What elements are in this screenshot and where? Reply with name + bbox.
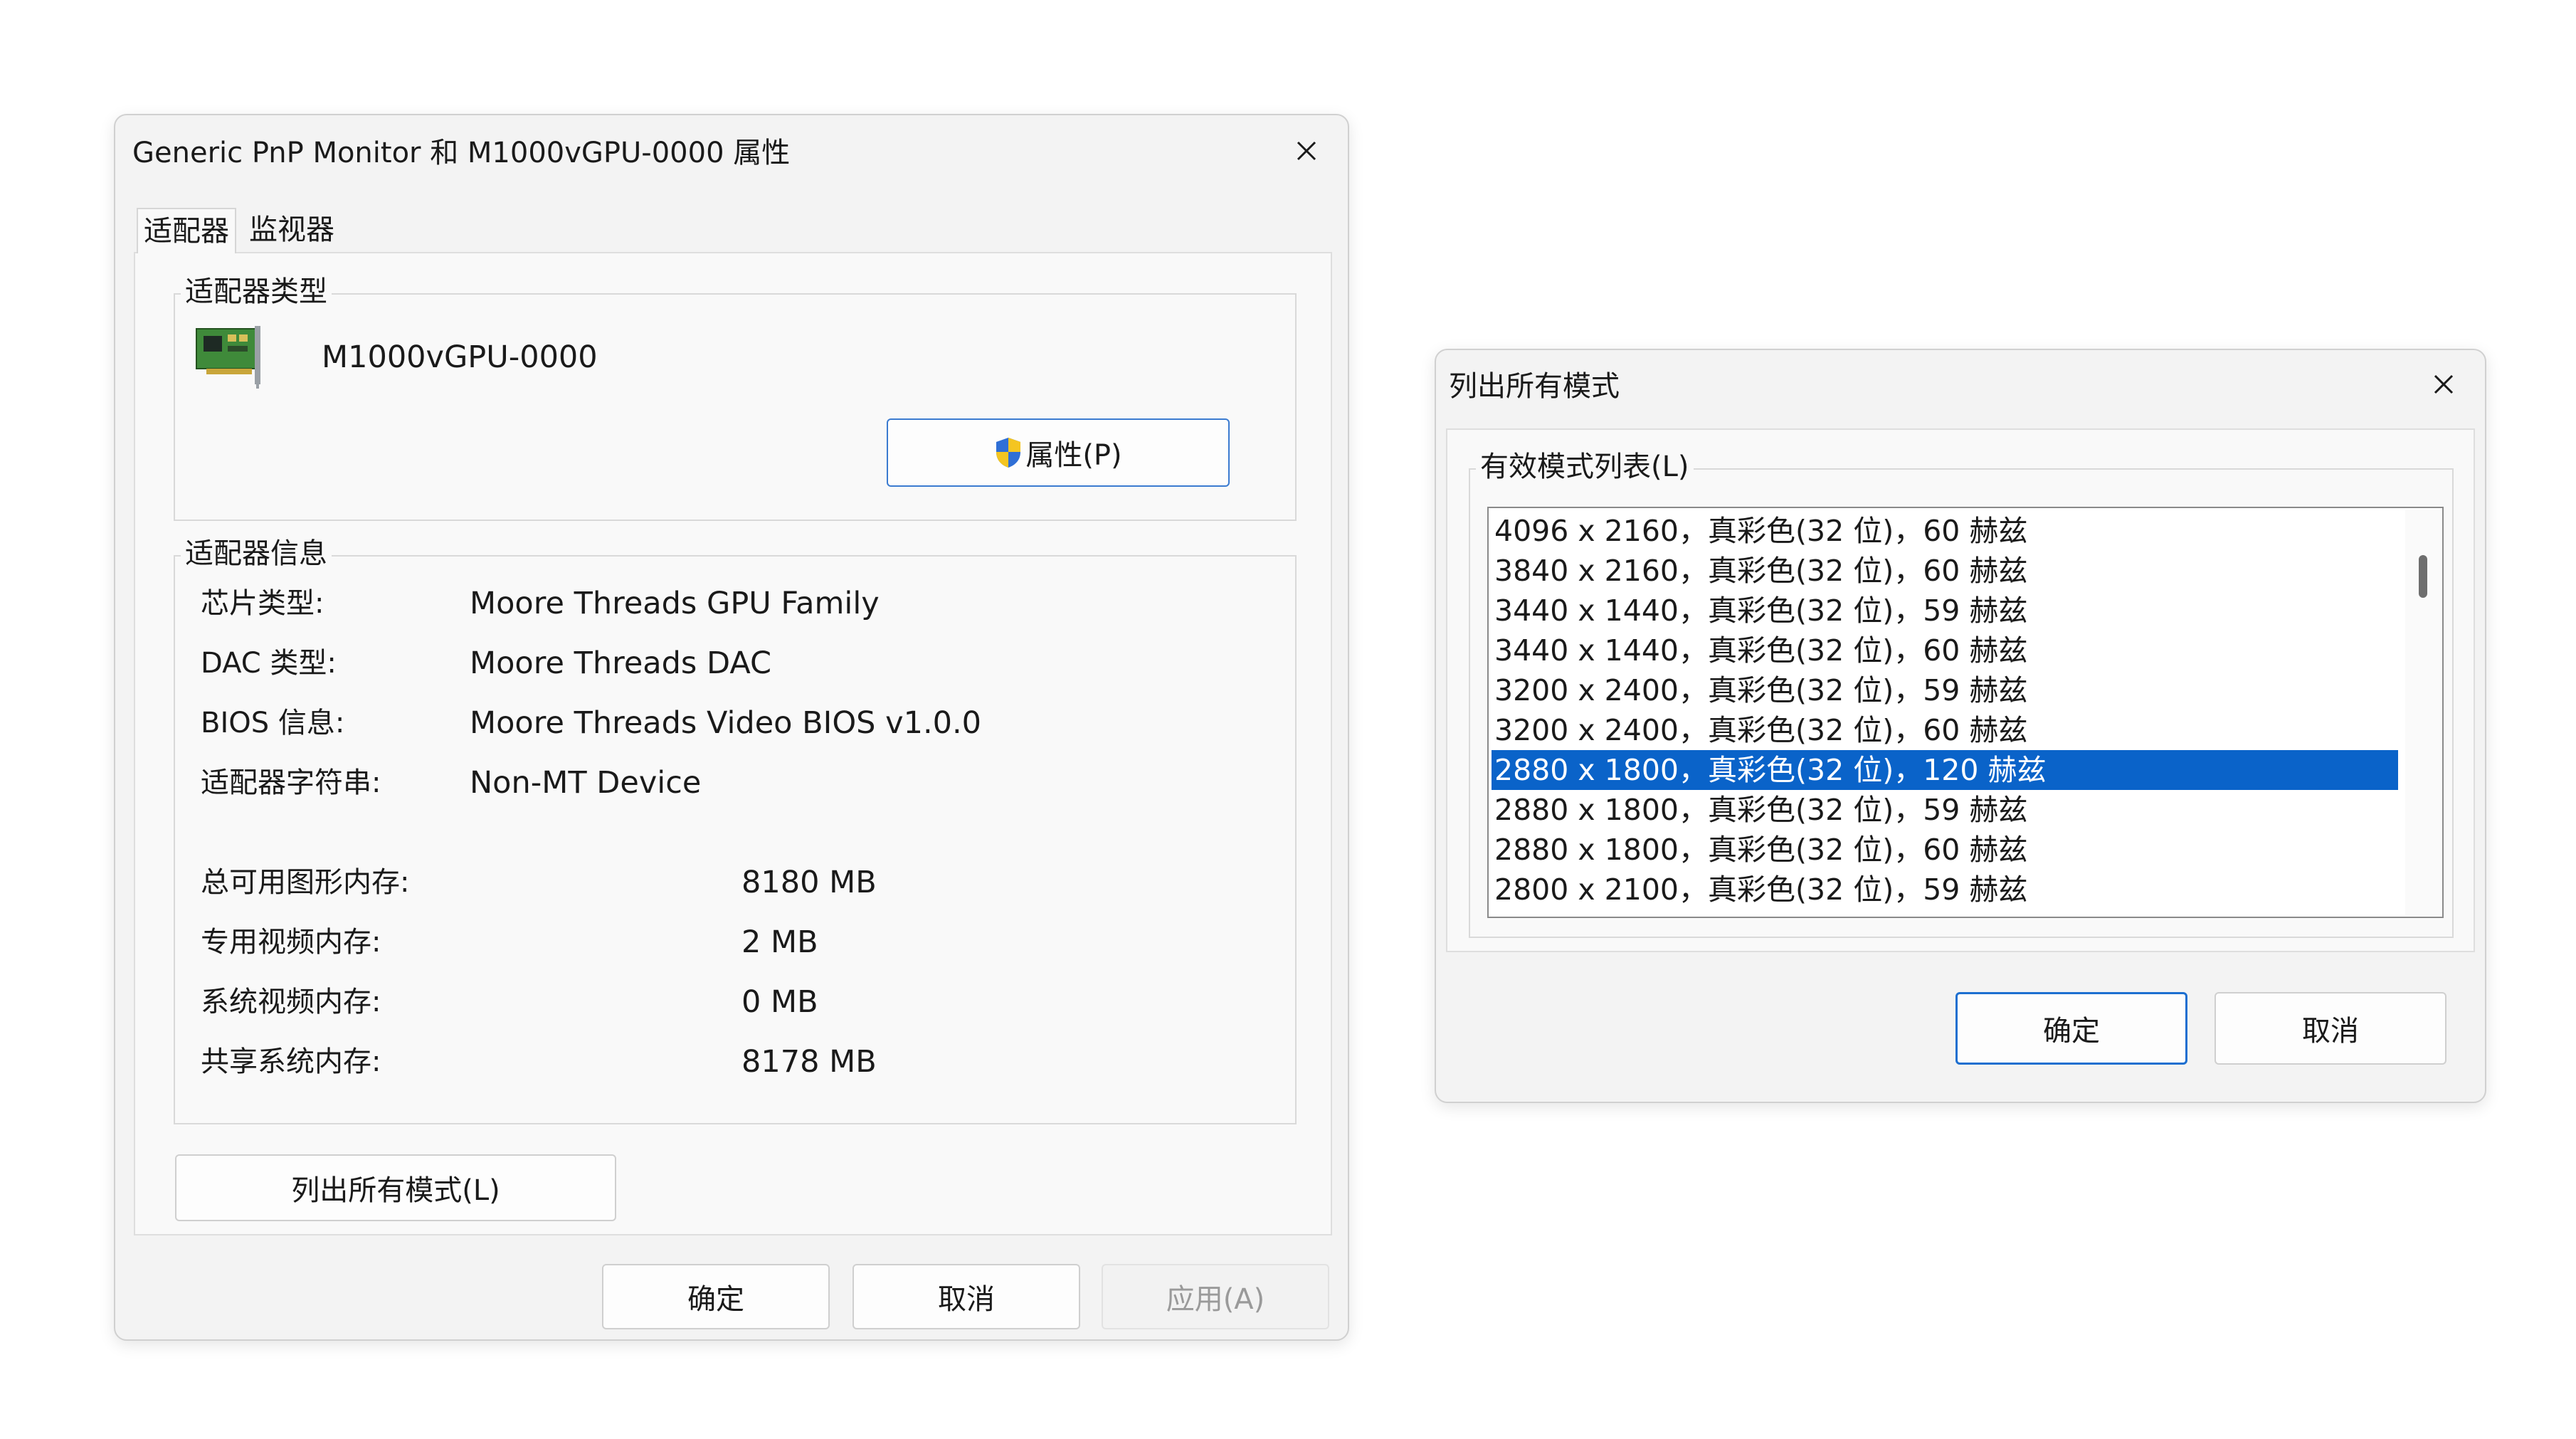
apply-button[interactable]: 应用(A) — [1102, 1264, 1329, 1329]
chip-type-value: Moore Threads GPU Family — [470, 586, 880, 621]
dac-type-value: Moore Threads DAC — [470, 645, 772, 681]
modes-cancel-button[interactable]: 取消 — [2215, 992, 2446, 1065]
list-modes-close-button[interactable] — [2422, 363, 2465, 406]
mode-list-item[interactable]: 4096 x 2160，真彩色(32 位)，60 赫兹 — [1492, 511, 2398, 551]
cancel-button[interactable]: 取消 — [852, 1264, 1080, 1329]
modes-scrollbar[interactable] — [2405, 510, 2441, 915]
valid-modes-group: 有效模式列表(L) 4096 x 2160，真彩色(32 位)，60 赫兹 38… — [1469, 450, 2454, 938]
shared-memory-value: 8178 MB — [741, 1044, 877, 1080]
mode-list-item[interactable]: 3200 x 2400，真彩色(32 位)，59 赫兹 — [1492, 670, 2398, 710]
dac-type-label: DAC 类型: — [201, 647, 337, 680]
tab-monitor[interactable]: 监视器 — [243, 208, 340, 253]
dedicated-memory-label: 专用视频内存: — [201, 926, 381, 959]
properties-dialog-title: Generic PnP Monitor 和 M1000vGPU-0000 属性 — [132, 137, 791, 169]
graphics-card-icon — [196, 326, 260, 389]
mode-list-item[interactable]: 3840 x 2160，真彩色(32 位)，60 赫兹 — [1492, 551, 2398, 591]
system-memory-label: 系统视频内存: — [201, 986, 381, 1018]
total-memory-value: 8180 MB — [741, 865, 877, 900]
shared-memory-label: 共享系统内存: — [201, 1045, 381, 1078]
total-memory-label: 总可用图形内存: — [201, 866, 410, 899]
modes-scrollbar-thumb[interactable] — [2419, 555, 2427, 598]
close-icon — [1297, 141, 1316, 161]
list-modes-title: 列出所有模式 — [1449, 370, 1620, 403]
adapter-info-legend: 适配器信息 — [181, 537, 332, 571]
adapter-name: M1000vGPU-0000 — [322, 339, 598, 375]
mode-list-item-selected[interactable]: 2880 x 1800，真彩色(32 位)，120 赫兹 — [1492, 750, 2398, 790]
mode-list-item[interactable]: 2880 x 1800，真彩色(32 位)，60 赫兹 — [1492, 830, 2398, 870]
adapter-properties-label: 属性(P) — [1025, 439, 1122, 472]
modes-ok-button[interactable]: 确定 — [1955, 992, 2187, 1065]
tab-adapter[interactable]: 适配器 — [137, 208, 236, 253]
adapter-tab-panel: 适配器类型 M1000vGPU-0000 属性(P) 适配器信息 芯片类型: M… — [134, 252, 1332, 1235]
list-modes-dialog: 列出所有模式 有效模式列表(L) 4096 x 2160，真彩色(32 位)，6… — [1435, 349, 2486, 1103]
mode-list-item[interactable]: 2880 x 1800，真彩色(32 位)，59 赫兹 — [1492, 790, 2398, 830]
modes-listbox[interactable]: 4096 x 2160，真彩色(32 位)，60 赫兹 3840 x 2160，… — [1487, 507, 2444, 918]
mode-list-item[interactable]: 3440 x 1440，真彩色(32 位)，59 赫兹 — [1492, 591, 2398, 631]
mode-list-item[interactable]: 2800 x 2100，真彩色(32 位)，59 赫兹 — [1492, 870, 2398, 910]
adapter-type-group: 适配器类型 M1000vGPU-0000 属性(P) — [174, 275, 1297, 521]
list-all-modes-button[interactable]: 列出所有模式(L) — [175, 1154, 616, 1221]
adapter-properties-button[interactable]: 属性(P) — [887, 418, 1230, 487]
system-memory-value: 0 MB — [741, 984, 818, 1020]
adapter-type-legend: 适配器类型 — [181, 275, 332, 309]
ok-button[interactable]: 确定 — [602, 1264, 830, 1329]
mode-list-item[interactable]: 3200 x 2400，真彩色(32 位)，60 赫兹 — [1492, 710, 2398, 750]
properties-dialog: Generic PnP Monitor 和 M1000vGPU-0000 属性 … — [114, 114, 1349, 1341]
uac-shield-icon — [996, 438, 1021, 468]
dedicated-memory-value: 2 MB — [741, 924, 818, 960]
bios-info-value: Moore Threads Video BIOS v1.0.0 — [470, 705, 981, 741]
bios-info-label: BIOS 信息: — [201, 707, 345, 739]
list-modes-panel: 有效模式列表(L) 4096 x 2160，真彩色(32 位)，60 赫兹 38… — [1446, 428, 2475, 952]
valid-modes-legend: 有效模式列表(L) — [1476, 450, 1694, 484]
close-icon — [2434, 374, 2454, 394]
adapter-string-value: Non-MT Device — [470, 765, 702, 801]
mode-list-item[interactable]: 3440 x 1440，真彩色(32 位)，60 赫兹 — [1492, 631, 2398, 670]
properties-close-button[interactable] — [1285, 130, 1328, 172]
adapter-string-label: 适配器字符串: — [201, 766, 381, 799]
chip-type-label: 芯片类型: — [201, 587, 324, 620]
adapter-info-group: 适配器信息 芯片类型: Moore Threads GPU Family DAC… — [174, 537, 1297, 1124]
